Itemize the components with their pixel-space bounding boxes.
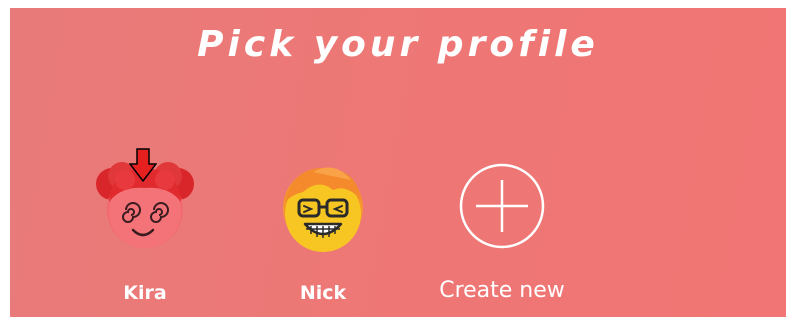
create-new-profile-button[interactable]: Create new (422, 150, 582, 310)
create-new-label: Create new (439, 278, 565, 303)
page-title: Pick your profile (197, 24, 599, 65)
plus-circle-icon (459, 163, 545, 249)
profile-picker-panel: Pick your profile Kira Nick Create new (10, 8, 786, 317)
profile-nick[interactable]: Nick (243, 150, 403, 310)
nick-avatar (283, 167, 363, 252)
profile-name-kira: Kira (123, 282, 167, 304)
profile-name-nick: Nick (299, 282, 347, 304)
pointer-arrow-icon (129, 148, 157, 182)
